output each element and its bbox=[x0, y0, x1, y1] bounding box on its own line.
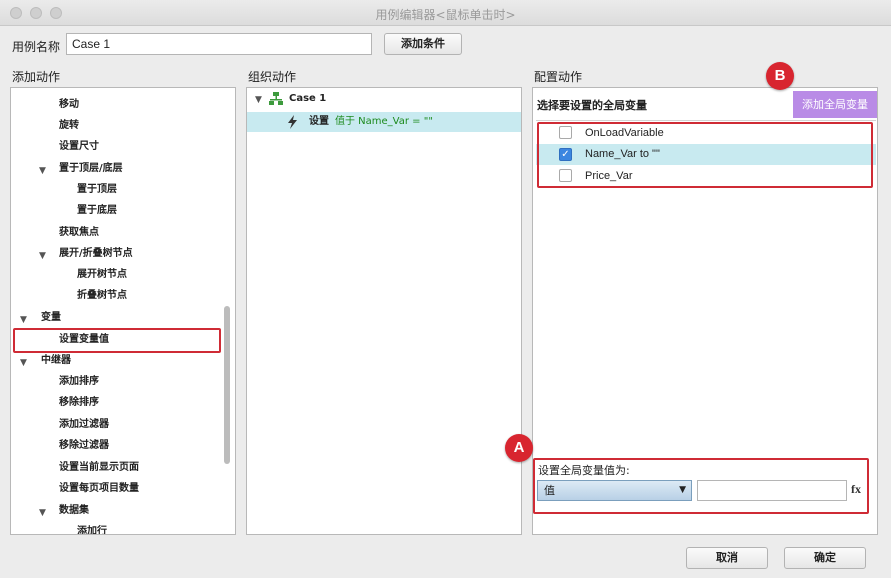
case-name-input[interactable]: Case 1 bbox=[66, 33, 372, 55]
selected-action-row[interactable]: 设置 值于 Name_Var = "" bbox=[247, 112, 521, 132]
tree-item-add-filter[interactable]: 添加过滤器 bbox=[59, 415, 109, 435]
badge-b: B bbox=[766, 62, 794, 90]
tree-item-get-focus[interactable]: 获取焦点 bbox=[59, 223, 99, 243]
organize-action-panel: ▼ Case 1 设置 值于 Name_Var = "" bbox=[246, 87, 522, 535]
collapse-triangle-icon[interactable]: ▼ bbox=[255, 95, 262, 105]
tree-scrollbar-thumb[interactable] bbox=[224, 306, 230, 464]
cancel-button[interactable]: 取消 bbox=[686, 547, 768, 569]
tree-item-set-size[interactable]: 设置尺寸 bbox=[59, 137, 99, 157]
action-tree-panel: 移动 旋转 设置尺寸 ▼ 置于顶层/底层 置于顶层 置于底层 获取焦点 ▼ 展开… bbox=[10, 87, 236, 535]
badge-a: A bbox=[505, 434, 533, 462]
tree-item-variables[interactable]: 变量 bbox=[41, 308, 61, 328]
add-action-heading: 添加动作 bbox=[12, 70, 61, 84]
tree-item-expand-node[interactable]: 展开树节点 bbox=[77, 265, 127, 285]
collapse-triangle-icon[interactable]: ▼ bbox=[39, 251, 46, 261]
set-variable-highlight-box bbox=[13, 328, 221, 353]
tree-item-add-sort[interactable]: 添加排序 bbox=[59, 372, 99, 392]
tree-item-bring-front-back[interactable]: 置于顶层/底层 bbox=[59, 159, 123, 179]
title-bar: 用例编辑器<鼠标单击时> bbox=[0, 0, 891, 26]
add-condition-button[interactable]: 添加条件 bbox=[384, 33, 462, 55]
tree-item-repeater[interactable]: 中继器 bbox=[41, 351, 71, 371]
case-name-label: 用例名称 bbox=[12, 40, 61, 54]
collapse-triangle-icon[interactable]: ▼ bbox=[20, 358, 27, 368]
window-title: 用例编辑器<鼠标单击时> bbox=[375, 8, 516, 22]
collapse-triangle-icon[interactable]: ▼ bbox=[39, 166, 46, 176]
ok-button[interactable]: 确定 bbox=[784, 547, 866, 569]
collapse-triangle-icon[interactable]: ▼ bbox=[39, 508, 46, 518]
tree-item-move[interactable]: 移动 bbox=[59, 95, 79, 115]
tree-item-collapse-node[interactable]: 折叠树节点 bbox=[77, 286, 127, 306]
add-global-variable-button[interactable]: 添加全局变量 bbox=[793, 91, 877, 118]
lightning-icon bbox=[288, 115, 297, 129]
configure-action-panel: 选择要设置的全局变量 添加全局变量 OnLoadVariable ✓ Name_… bbox=[532, 87, 878, 535]
collapse-triangle-icon[interactable]: ▼ bbox=[20, 315, 27, 325]
action-detail: 值于 Name_Var = "" bbox=[335, 116, 433, 127]
tree-item-dataset[interactable]: 数据集 bbox=[59, 501, 89, 521]
case-tree-icon bbox=[269, 92, 283, 105]
set-value-highlight-box bbox=[533, 458, 869, 514]
tree-item-remove-sort[interactable]: 移除排序 bbox=[59, 393, 99, 413]
tree-item-set-current-page[interactable]: 设置当前显示页面 bbox=[59, 458, 139, 478]
configure-action-heading: 配置动作 bbox=[534, 70, 583, 84]
variables-highlight-box bbox=[537, 122, 873, 188]
tree-item-send-to-back[interactable]: 置于底层 bbox=[77, 201, 117, 221]
tree-item-expand-collapse-node[interactable]: 展开/折叠树节点 bbox=[59, 244, 133, 264]
tree-item-rotate[interactable]: 旋转 bbox=[59, 116, 79, 136]
tree-item-set-items-per-page[interactable]: 设置每页项目数量 bbox=[59, 479, 139, 499]
organize-action-heading: 组织动作 bbox=[248, 70, 297, 84]
tree-item-remove-filter[interactable]: 移除过滤器 bbox=[59, 436, 109, 456]
tree-item-bring-to-front[interactable]: 置于顶层 bbox=[77, 180, 117, 200]
select-global-vars-label: 选择要设置的全局变量 bbox=[537, 99, 647, 112]
tree-item-add-row[interactable]: 添加行 bbox=[77, 522, 107, 534]
action-prefix: 设置 bbox=[309, 116, 329, 127]
case-label[interactable]: Case 1 bbox=[289, 89, 326, 109]
